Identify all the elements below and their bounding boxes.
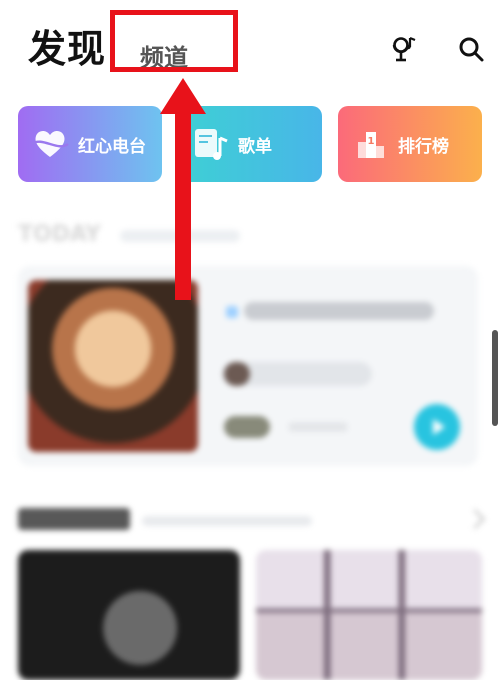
heart-radio-label: 红心电台 bbox=[78, 136, 146, 157]
playlist-label: 歌单 bbox=[238, 136, 272, 157]
svg-text:1: 1 bbox=[368, 136, 375, 147]
recommend-section-subtitle bbox=[142, 516, 312, 526]
avatar bbox=[224, 362, 250, 386]
ranking-label: 排行榜 bbox=[398, 136, 449, 157]
today-section-heading: TODAY bbox=[18, 222, 101, 247]
recommend-section-heading bbox=[18, 508, 130, 530]
tag-icon bbox=[226, 306, 238, 318]
ranking-icon: 1 bbox=[358, 132, 384, 158]
heart-radio-button[interactable]: 红心电台 bbox=[18, 106, 162, 182]
search-icon[interactable] bbox=[456, 34, 486, 64]
grid-card[interactable] bbox=[18, 550, 240, 680]
today-card-title bbox=[244, 302, 434, 320]
chevron-right-icon[interactable] bbox=[465, 509, 485, 529]
header: 发现 频道 bbox=[0, 0, 500, 100]
page-title: 发现 bbox=[28, 27, 107, 71]
today-card-meta bbox=[288, 422, 348, 432]
heart-radio-icon bbox=[31, 130, 69, 157]
ranking-button[interactable]: 1 排行榜 bbox=[338, 106, 482, 182]
grid-card[interactable] bbox=[256, 550, 482, 680]
annotation-highlight-box bbox=[110, 10, 238, 72]
scrollbar[interactable] bbox=[492, 330, 498, 426]
play-button[interactable] bbox=[414, 404, 460, 450]
today-cover-image bbox=[28, 280, 198, 452]
mic-music-icon[interactable] bbox=[388, 34, 418, 64]
listener-avatars bbox=[224, 416, 270, 438]
annotation-arrow bbox=[160, 78, 206, 300]
today-card[interactable] bbox=[18, 266, 478, 466]
